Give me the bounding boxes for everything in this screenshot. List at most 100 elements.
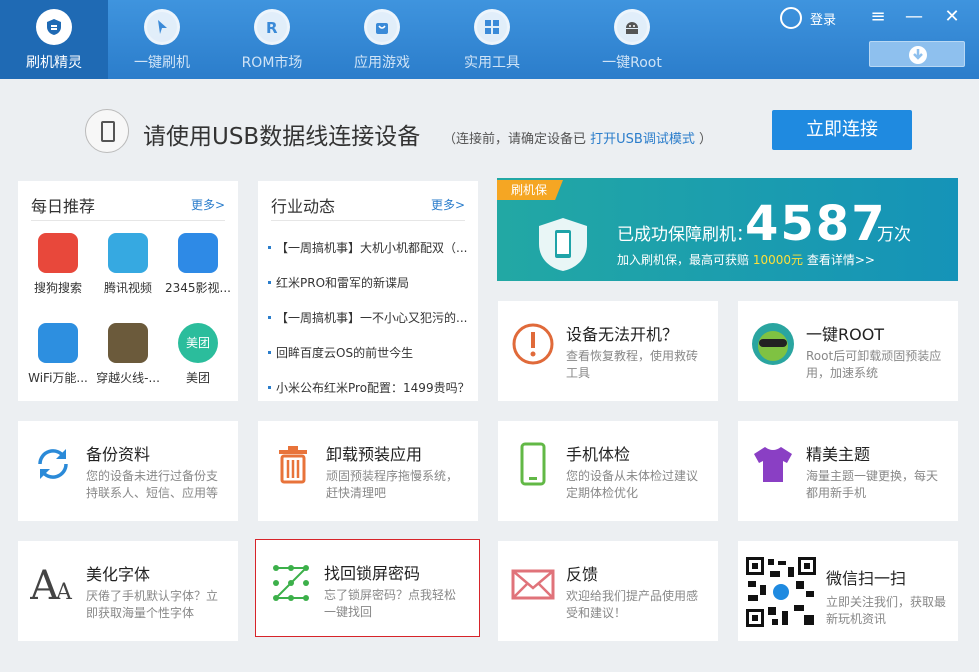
- font-icon: AA: [29, 561, 76, 609]
- tile-desc: 立即关注我们，获取最新玩机资讯: [826, 595, 947, 626]
- feature-tile[interactable]: 找回锁屏密码 忘了锁屏密码？点我轻松一键找回: [255, 539, 480, 637]
- tile-desc: 您的设备未进行过备份支持联系人、短信、应用等: [86, 469, 219, 500]
- phone-check-icon: [510, 441, 556, 487]
- nav-label: 应用游戏: [354, 55, 410, 71]
- nav-label: 一键Root: [602, 55, 662, 71]
- usb-debug-link[interactable]: 打开USB调试模式: [590, 132, 695, 147]
- nav-apps-games[interactable]: 应用游戏: [328, 0, 436, 79]
- sync-icon: [30, 441, 76, 487]
- tile-title: 反馈: [566, 565, 599, 584]
- shield-logo-icon: [36, 9, 72, 45]
- subtext-a: 加入刷机保，最高可获赔: [617, 253, 753, 267]
- more-link[interactable]: 更多>: [431, 196, 465, 213]
- tile-desc: 厌倦了手机默认字体？立即获取海量个性字体: [86, 589, 219, 620]
- feature-tile[interactable]: 一键ROOT Root后可卸载顽固预装应用，加速系统: [738, 301, 958, 401]
- connect-title: 请使用USB数据线连接设备: [143, 124, 421, 150]
- news-item[interactable]: 【一周搞机事】一不小心又犯污的...: [268, 309, 467, 326]
- tile-title: 美化字体: [86, 565, 151, 584]
- app-icon: [178, 233, 218, 273]
- tile-desc: 顽固预装程序拖慢系统，赶快清理吧: [326, 469, 459, 500]
- feature-tile[interactable]: 精美主题 海量主题一键更换，每天都用新手机: [738, 421, 958, 521]
- feature-tile[interactable]: 反馈欢迎给我们提产品使用感受和建议！: [498, 541, 718, 641]
- bullet-icon: [268, 316, 271, 319]
- svg-text:A: A: [55, 580, 73, 605]
- bullet-icon: [268, 246, 271, 249]
- news-item[interactable]: 【一周搞机事】大机小机都配双（...: [268, 239, 467, 256]
- more-link[interactable]: 更多>: [191, 196, 225, 213]
- app-icon: [108, 233, 148, 273]
- panel-title: 行业动态: [271, 197, 336, 216]
- app-name: 腾讯视频: [103, 281, 152, 295]
- app-item[interactable]: WiFi万能...: [20, 323, 96, 386]
- app-name: 搜狗搜索: [33, 281, 82, 295]
- tile-desc: 查看恢复教程，使用救砖工具: [566, 349, 699, 380]
- app-item[interactable]: 美团 美团: [160, 323, 236, 386]
- minimize-icon[interactable]: —: [903, 6, 925, 27]
- login-link[interactable]: 登录: [780, 7, 836, 29]
- nav-tools[interactable]: 实用工具: [438, 0, 546, 79]
- news-title: 【一周搞机事】大机小机都配双（...: [276, 241, 468, 255]
- banner-text: 已成功保障刷机：: [617, 225, 753, 245]
- feature-tile[interactable]: 备份资料 您的设备未进行过备份支持联系人、短信、应用等: [18, 421, 238, 521]
- feature-tile[interactable]: 手机体检 您的设备从未体检过建议定期体检优化: [498, 421, 718, 521]
- app-item[interactable]: 腾讯视频: [90, 233, 166, 296]
- app-icon: [38, 323, 78, 363]
- tile-title: 微信扫一扫: [826, 569, 907, 588]
- news-title: 【一周搞机事】一不小心又犯污的...: [276, 311, 468, 325]
- feature-tile[interactable]: A A 美化字体厌倦了手机默认字体？立即获取海量个性字体: [18, 541, 238, 641]
- nav-one-click-root[interactable]: 一键Root: [578, 0, 686, 79]
- nav-label: 实用工具: [464, 55, 520, 71]
- industry-news-panel: 行业动态 更多> 【一周搞机事】大机小机都配双（... 红米PRO和雷军的新谍局【一…: [258, 181, 478, 401]
- panel-title: 每日推荐: [31, 197, 96, 216]
- tile-title: 卸载预装应用: [326, 445, 423, 464]
- tile-desc: 忘了锁屏密码？点我轻松一键找回: [324, 588, 457, 619]
- feature-tile[interactable]: 微信扫一扫立即关注我们，获取最新玩机资讯: [738, 541, 958, 641]
- connect-now-button[interactable]: 立即连接: [772, 110, 912, 150]
- app-name: 穿越火线-...: [96, 371, 160, 385]
- nav-one-click-flash[interactable]: 一键刷机: [108, 0, 216, 79]
- bag-icon: [364, 9, 400, 45]
- svg-text:R: R: [266, 19, 278, 36]
- connect-section: 请使用USB数据线连接设备 （连接前，请确定设备已 打开USB调试模式 ） 立即…: [0, 79, 979, 179]
- news-item[interactable]: 回眸百度云OS的前世今生: [268, 344, 413, 361]
- app-icon: [108, 323, 148, 363]
- tile-title: 手机体检: [566, 445, 631, 464]
- banner-unit: 万次: [877, 225, 911, 245]
- app-name: WiFi万能...: [28, 371, 88, 385]
- trash-icon: [270, 441, 316, 487]
- bullet-icon: [268, 281, 271, 284]
- app-name: 美团: [185, 371, 210, 385]
- close-icon[interactable]: ✕: [941, 6, 963, 27]
- flash-insurance-banner[interactable]: 刷机保 已成功保障刷机： 4587 万次 加入刷机保，最高可获赔 10000元 …: [497, 178, 958, 281]
- grid-icon: [474, 9, 510, 45]
- tile-desc: Root后可卸载顽固预装应用，加速系统: [806, 349, 942, 380]
- news-title: 红米PRO和雷军的新谍局: [276, 276, 410, 290]
- banner-tag: 刷机保: [497, 180, 564, 200]
- app-item[interactable]: 2345影视...: [160, 233, 236, 296]
- tile-desc: 欢迎给我们提产品使用感受和建议！: [566, 589, 699, 620]
- menu-icon[interactable]: ≡: [867, 6, 889, 27]
- nav-flash-genie[interactable]: 刷机精灵: [0, 0, 108, 79]
- pattern-lock-icon: [268, 560, 314, 606]
- feature-tile[interactable]: 设备无法开机？ 查看恢复教程，使用救砖工具: [498, 301, 718, 401]
- note-prefix: （连接前，请确定设备已: [443, 132, 591, 147]
- tile-title: 设备无法开机？: [566, 325, 679, 344]
- login-label: 登录: [810, 12, 837, 28]
- app-name: 2345影视...: [165, 281, 231, 295]
- news-title: 小米公布红米Pro配置：1499贵吗？: [276, 381, 470, 395]
- tshirt-icon: [750, 441, 796, 487]
- news-item[interactable]: 小米公布红米Pro配置：1499贵吗？: [268, 379, 470, 396]
- envelope-icon: [510, 561, 556, 607]
- app-item[interactable]: 穿越火线-...: [90, 323, 166, 386]
- download-button[interactable]: [869, 41, 965, 67]
- app-icon: 美团: [178, 323, 218, 363]
- feature-tile[interactable]: 卸载预装应用顽固预装程序拖慢系统，赶快清理吧: [258, 421, 478, 521]
- nav-label: 刷机精灵: [26, 55, 82, 71]
- app-item[interactable]: 搜狗搜索: [20, 233, 96, 296]
- banner-count: 4587: [745, 196, 887, 252]
- details-link[interactable]: 查看详情>>: [803, 253, 875, 267]
- news-title: 回眸百度云OS的前世今生: [276, 346, 414, 360]
- download-icon: [909, 46, 927, 64]
- nav-rom-market[interactable]: R ROM市场: [218, 0, 326, 79]
- news-item[interactable]: 红米PRO和雷军的新谍局: [268, 274, 409, 291]
